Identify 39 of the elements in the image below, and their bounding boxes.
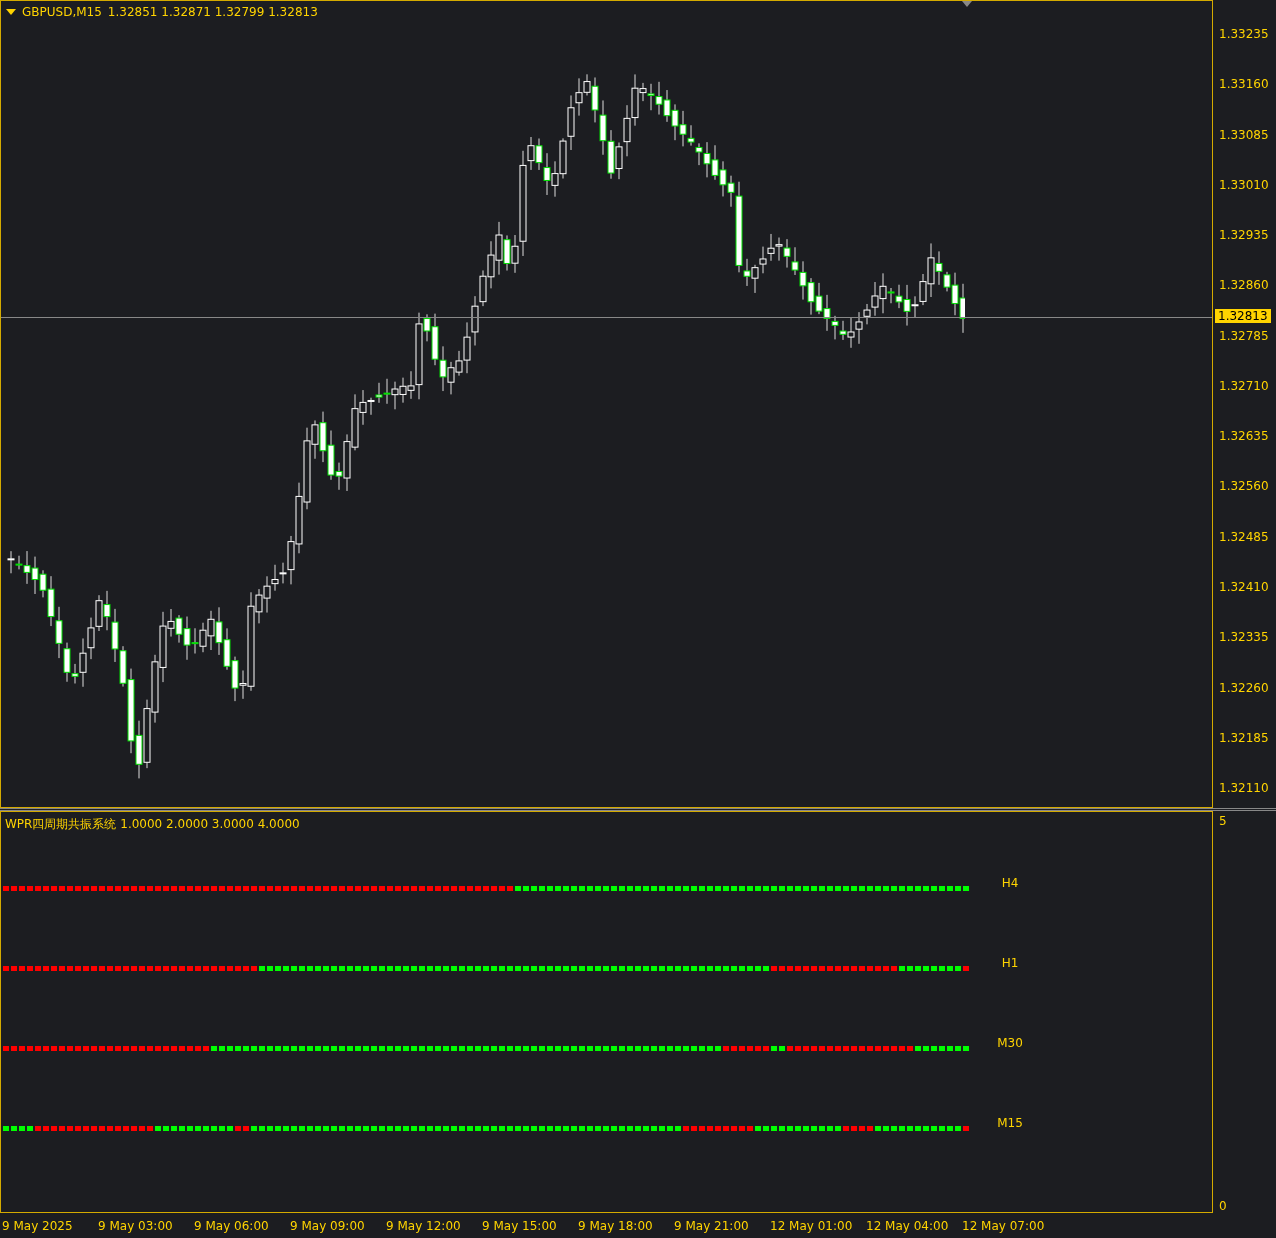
ohlc-values: 1.32851 1.32871 1.32799 1.32813 [107,5,318,19]
timeframe-label: H1 [1000,956,1020,970]
current-price-label: 1.32813 [1215,308,1271,323]
dropdown-triangle-icon[interactable] [6,9,16,15]
price-tick-label: 1.32185 [1219,730,1269,745]
indicator-title: WPR四周期共振系统 1.0000 2.0000 3.0000 4.0000 [5,816,300,833]
price-tick-label: 1.32935 [1219,228,1269,243]
time-axis-label: 9 May 15:00 [482,1218,558,1233]
price-tick-label: 1.32335 [1219,630,1269,645]
symbol-label: GBPUSD,M15 [22,5,102,19]
timeframe-label: M30 [996,1036,1024,1050]
time-axis-label: 9 May 12:00 [386,1218,462,1233]
price-tick-label: 1.32635 [1219,429,1269,444]
indicator-axis-label: 0 [1219,1199,1227,1213]
timeframe-label: M15 [996,1116,1024,1130]
timeframe-label: H4 [1000,876,1020,890]
price-tick-label: 1.32410 [1219,579,1269,594]
time-axis-label: 9 May 06:00 [194,1218,270,1233]
time-axis-label: 9 May 21:00 [674,1218,750,1233]
price-tick-label: 1.32860 [1219,278,1269,293]
shift-marker-icon[interactable] [962,1,972,7]
price-tick-label: 1.32560 [1219,479,1269,494]
time-axis-label: 9 May 09:00 [290,1218,366,1233]
price-tick-label: 1.32485 [1219,529,1269,544]
time-axis-label: 9 May 03:00 [98,1218,174,1233]
price-tick-label: 1.32110 [1219,781,1269,796]
price-tick-label: 1.32260 [1219,680,1269,695]
price-tick-label: 1.32710 [1219,378,1269,393]
time-axis-label: 12 May 01:00 [770,1218,854,1233]
price-tick-label: 1.33010 [1219,177,1269,192]
price-tick-label: 1.33085 [1219,127,1269,142]
price-tick-label: 1.33160 [1219,77,1269,92]
indicator-axis-label: 5 [1219,814,1227,828]
time-axis-label: 9 May 2025 [2,1218,74,1233]
price-tick-label: 1.32785 [1219,328,1269,343]
time-axis-label: 12 May 07:00 [962,1218,1046,1233]
price-tick-label: 1.33235 [1219,27,1269,41]
time-axis-label: 12 May 04:00 [866,1218,950,1233]
time-axis-label: 9 May 18:00 [578,1218,654,1233]
